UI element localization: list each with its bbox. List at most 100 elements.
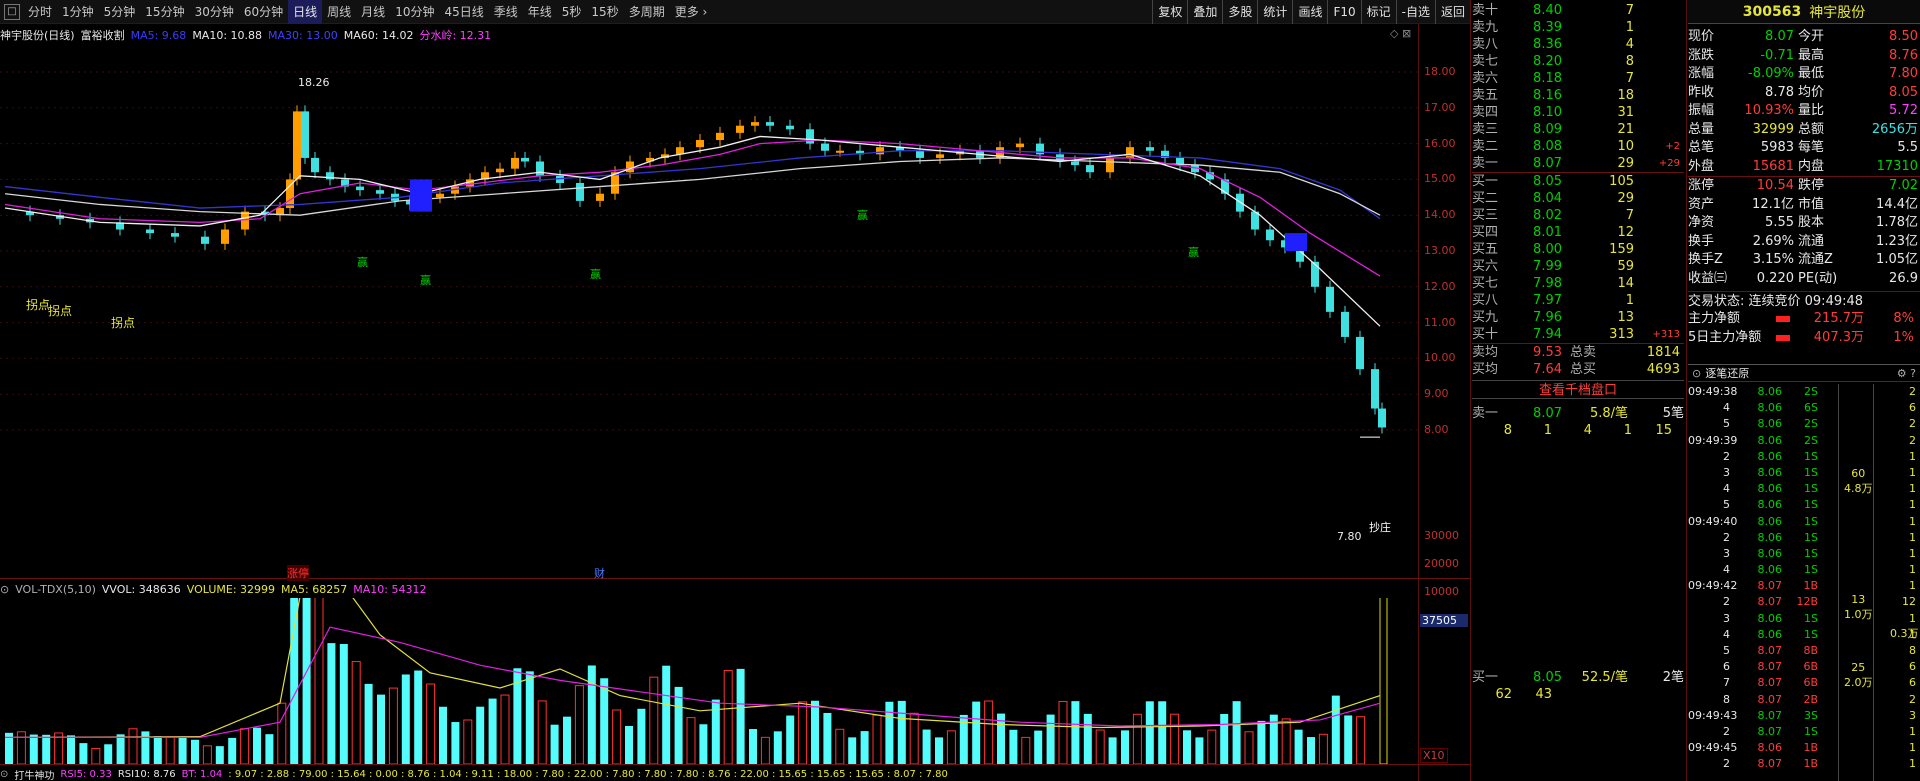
volume-bar[interactable] xyxy=(811,700,819,764)
volume-bar[interactable] xyxy=(848,737,857,764)
volume-bar[interactable] xyxy=(1183,730,1191,764)
candle[interactable] xyxy=(936,154,944,158)
volume-bar[interactable] xyxy=(463,719,473,764)
ask-level-5[interactable]: 卖五 8.16 18 xyxy=(1472,87,1684,104)
toolbar-button-5[interactable]: F10 xyxy=(1327,0,1360,24)
ticks-title[interactable]: 逐笔还原 xyxy=(1705,365,1749,381)
candle[interactable] xyxy=(356,186,364,191)
candle[interactable] xyxy=(751,122,759,126)
volume-bar[interactable] xyxy=(202,745,212,764)
volume-chart[interactable] xyxy=(0,598,1418,764)
toolbar-button-0[interactable]: 复权 xyxy=(1152,0,1187,24)
volume-bar[interactable] xyxy=(736,668,745,764)
volume-bar[interactable] xyxy=(1083,713,1092,764)
volume-bar[interactable] xyxy=(909,712,919,764)
volume-bar[interactable] xyxy=(29,734,38,764)
volume-bar[interactable] xyxy=(314,598,324,764)
ask-level-1[interactable]: 卖一 8.07 29 +29 xyxy=(1472,155,1684,172)
volume-bar[interactable] xyxy=(1344,715,1353,764)
volume-bar[interactable] xyxy=(165,736,175,764)
candle[interactable] xyxy=(1341,311,1349,337)
toolbar-button-8[interactable]: 返回 xyxy=(1434,0,1470,24)
volume-bar[interactable] xyxy=(885,701,894,764)
volume-bar[interactable] xyxy=(637,708,646,764)
period-tab-7[interactable]: 周线 xyxy=(322,0,356,24)
volume-bar[interactable] xyxy=(1244,731,1254,764)
volume-bar[interactable] xyxy=(1108,737,1117,764)
volume-bar[interactable] xyxy=(835,728,845,764)
volume-bar[interactable] xyxy=(16,731,26,764)
candle[interactable] xyxy=(171,233,179,237)
volume-bar[interactable] xyxy=(439,706,447,764)
candle[interactable] xyxy=(146,229,154,234)
volume-bar[interactable] xyxy=(191,739,199,764)
volume-bar[interactable] xyxy=(897,700,906,764)
current-volume-bar[interactable] xyxy=(1379,598,1388,764)
candle[interactable] xyxy=(521,157,529,162)
bid-level-10[interactable]: 买十 7.94 313 +313 xyxy=(1472,326,1684,343)
volume-bar[interactable] xyxy=(749,729,757,764)
ask-level-8[interactable]: 卖八 8.36 4 xyxy=(1472,36,1684,53)
candle[interactable] xyxy=(876,147,884,155)
volume-bar[interactable] xyxy=(1294,729,1303,764)
toolbar-button-1[interactable]: 叠加 xyxy=(1187,0,1222,24)
candle[interactable] xyxy=(1356,336,1364,370)
candle[interactable] xyxy=(786,125,794,130)
period-tab-3[interactable]: 15分钟 xyxy=(140,0,189,24)
ask-level-10[interactable]: 卖十 8.40 7 xyxy=(1472,2,1684,19)
candle[interactable] xyxy=(766,122,774,126)
candle[interactable] xyxy=(301,111,309,158)
volume-bar[interactable] xyxy=(253,727,261,764)
volume-bar[interactable] xyxy=(1145,701,1154,764)
candle[interactable] xyxy=(221,229,229,244)
volume-bar[interactable] xyxy=(1207,729,1217,764)
period-tab-0[interactable]: 分时 xyxy=(23,0,57,24)
candle[interactable] xyxy=(806,129,814,144)
volume-bar[interactable] xyxy=(860,731,869,764)
volume-bar[interactable] xyxy=(798,701,808,764)
volume-bar[interactable] xyxy=(600,678,609,764)
volume-bar[interactable] xyxy=(388,687,398,764)
bid-level-4[interactable]: 买四 8.01 12 xyxy=(1472,224,1684,241)
volume-bar[interactable] xyxy=(1046,714,1055,764)
candle[interactable] xyxy=(536,161,544,176)
volume-bar[interactable] xyxy=(935,737,943,764)
volume-bar[interactable] xyxy=(128,728,138,764)
ask-level-6[interactable]: 卖六 8.18 7 xyxy=(1472,70,1684,87)
toolbar-button-2[interactable]: 多股 xyxy=(1222,0,1257,24)
toolbar-button-3[interactable]: 统计 xyxy=(1257,0,1292,24)
candle[interactable] xyxy=(511,157,519,169)
volume-bar[interactable] xyxy=(351,661,361,764)
period-tab-5[interactable]: 60分钟 xyxy=(239,0,288,24)
bid-level-9[interactable]: 买九 7.96 13 xyxy=(1472,309,1684,326)
candle[interactable] xyxy=(821,143,829,151)
bid-level-2[interactable]: 买二 8.04 29 xyxy=(1472,190,1684,207)
view-depth-button[interactable]: 查看千档盘口 xyxy=(1472,380,1684,399)
volume-bar[interactable] xyxy=(612,709,622,764)
volume-bar[interactable] xyxy=(1009,729,1018,764)
volume-bar[interactable] xyxy=(364,683,373,764)
volume-bar[interactable] xyxy=(1158,701,1167,764)
period-tab-11[interactable]: 季线 xyxy=(489,0,523,24)
period-tab-15[interactable]: 多周期 xyxy=(624,0,670,24)
candle[interactable] xyxy=(241,211,249,230)
volume-bar[interactable] xyxy=(786,715,795,764)
volume-bar[interactable] xyxy=(116,734,125,764)
bottom-options-icon[interactable]: ⊙ xyxy=(0,769,8,780)
volume-bar[interactable] xyxy=(1170,713,1180,764)
volume-bar[interactable] xyxy=(1220,713,1229,764)
period-tab-9[interactable]: 10分钟 xyxy=(390,0,439,24)
toolbar-button-6[interactable]: 标记 xyxy=(1360,0,1396,24)
volume-bar[interactable] xyxy=(1281,718,1291,764)
ask-level-2[interactable]: 卖二 8.08 10 +2 xyxy=(1472,138,1684,155)
period-tab-6[interactable]: 日线 xyxy=(288,0,323,24)
volume-bar[interactable] xyxy=(1318,733,1328,764)
volume-bar[interactable] xyxy=(302,598,311,764)
volume-bar[interactable] xyxy=(500,694,510,764)
volume-bar[interactable] xyxy=(414,670,423,764)
volume-bar[interactable] xyxy=(587,665,596,764)
volume-bar[interactable] xyxy=(1257,720,1266,764)
volume-bar[interactable] xyxy=(1132,713,1142,764)
volume-bar[interactable] xyxy=(265,734,274,764)
volume-bar[interactable] xyxy=(67,735,75,764)
